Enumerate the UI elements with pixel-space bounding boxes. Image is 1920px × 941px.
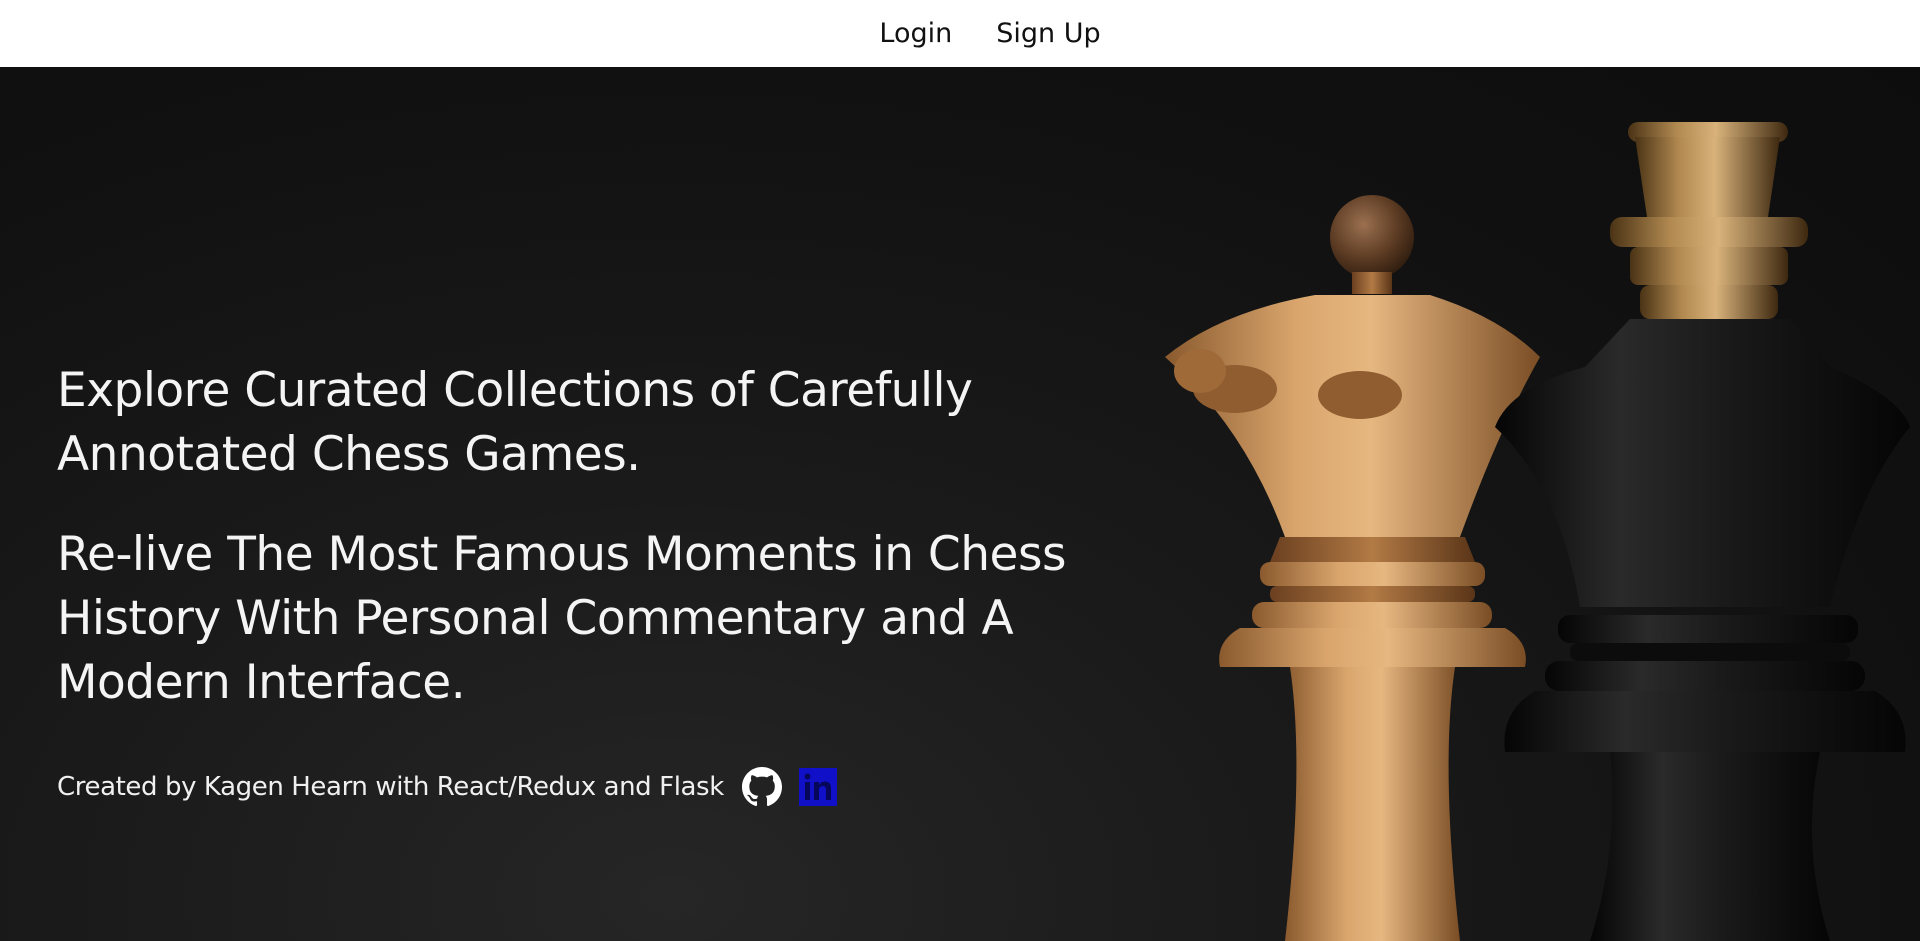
signup-link[interactable]: Sign Up — [996, 18, 1100, 49]
wooden-queen-piece — [1165, 195, 1540, 941]
linkedin-icon[interactable] — [798, 767, 838, 807]
hero-text: Explore Curated Collections of Carefully… — [57, 359, 1177, 715]
github-icon[interactable] — [741, 767, 782, 807]
hero-headline-secondary: Re-live The Most Famous Moments in Chess… — [57, 527, 1066, 710]
top-navbar: Login Sign Up — [0, 0, 1920, 67]
credit-text: Created by Kagen Hearn with React/Redux … — [57, 772, 724, 802]
credit-row: Created by Kagen Hearn with React/Redux … — [57, 767, 838, 807]
hero-headline-primary: Explore Curated Collections of Carefully… — [57, 363, 973, 482]
hero-section: Explore Curated Collections of Carefully… — [0, 67, 1920, 941]
login-link[interactable]: Login — [819, 18, 952, 49]
black-king-piece — [1495, 122, 1910, 941]
chess-queen-and-king-image — [1165, 122, 1910, 941]
